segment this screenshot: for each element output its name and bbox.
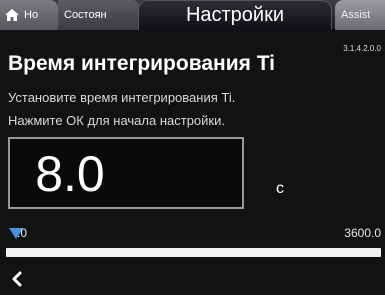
page-title: Время интегрирования Ti [8, 52, 275, 75]
unit-label: с [276, 180, 284, 197]
instructions: Установите время интегрирования Ti. Нажм… [8, 86, 235, 132]
tab-home-label: Ho [24, 9, 39, 21]
home-icon [5, 9, 19, 21]
tab-home[interactable]: Ho [0, 0, 58, 30]
tab-status-label: Состоян [64, 9, 107, 21]
instruction-line: Нажмите ОК для начала настройки. [8, 113, 225, 128]
top-tab-bar: Ho Состоян Assist Настройки [0, 0, 385, 30]
instruction-line: Установите время интегрирования Ti. [8, 90, 236, 105]
slider-track[interactable] [6, 248, 381, 257]
tab-settings-label: Настройки [185, 4, 285, 26]
tab-status[interactable]: Состоян [58, 0, 140, 30]
tab-assist-label: Assist [341, 9, 371, 21]
slider-min-label: .0 [17, 226, 28, 240]
tab-assist[interactable]: Assist [335, 0, 385, 30]
menu-path-number: 3.1.4.2.0.0 [343, 44, 381, 53]
slider-max-label: 3600.0 [344, 226, 381, 240]
value-field[interactable]: 8.0 [8, 137, 244, 209]
tab-settings[interactable]: Настройки [138, 0, 332, 30]
value-display: 8.0 [35, 146, 105, 202]
back-chevron-icon[interactable] [8, 270, 26, 288]
